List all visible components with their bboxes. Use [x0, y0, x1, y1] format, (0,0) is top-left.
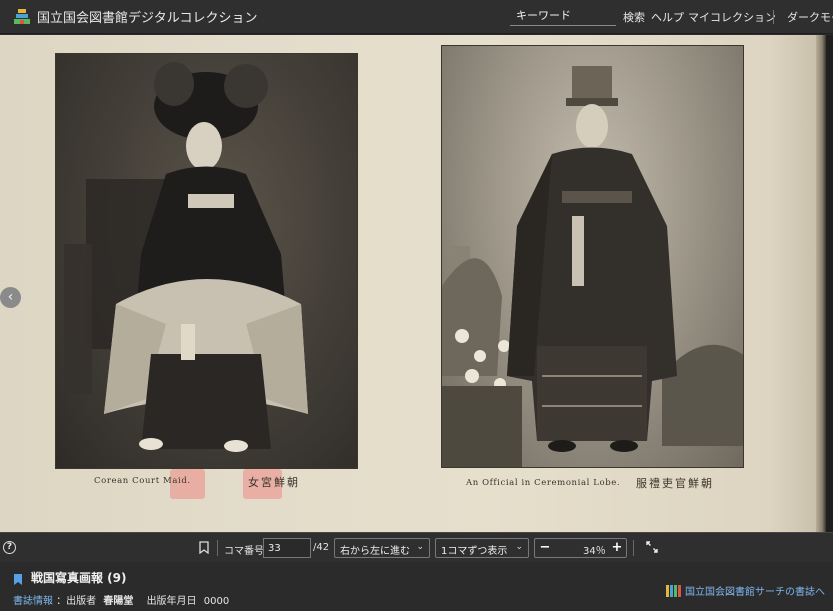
fullscreen-expand-icon[interactable]	[646, 541, 658, 556]
publish-date-label: 出版年月日	[146, 596, 197, 607]
my-collection-link[interactable]: マイコレクション	[688, 9, 776, 25]
zoom-out-button[interactable]: −	[537, 539, 553, 557]
publisher-value: 春陽堂	[103, 596, 134, 607]
left-caption-jp: 朝鮮宮女	[248, 476, 300, 489]
dark-mode-toggle[interactable]: ダークモー	[787, 9, 833, 25]
court-maid-photo	[55, 53, 358, 469]
chevron-down-icon: ⌄	[416, 542, 424, 552]
right-caption: An Official in Ceremonial Lobe.	[466, 478, 621, 488]
frame-number-label: コマ番号	[224, 546, 264, 557]
bookmark-icon[interactable]	[199, 541, 209, 557]
bibliographic-footer: 戦国寫真画報 (9) 書誌情報 ：出版者 春陽堂 出版年月日 0000 国立国会…	[0, 562, 833, 611]
toolbar-divider	[633, 540, 634, 556]
ndl-search-icon	[666, 584, 681, 597]
biblio-info-link[interactable]: 書誌情報	[13, 596, 53, 607]
page-direction-value: 右から左に進む	[340, 546, 410, 557]
right-caption-jp: 朝鮮官吏禮服	[636, 477, 714, 490]
official-photo	[441, 45, 744, 468]
viewer-toolbar: ? コマ番号 /42 右から左に進む ⌄ 1コマずつ表示 ⌄ − 34％ +	[0, 532, 833, 562]
frame-number-input[interactable]	[263, 538, 311, 558]
book-page-spread: Corean Court Maid. 朝鮮宮女 An Official in C…	[0, 35, 818, 532]
page-direction-select[interactable]: 右から左に進む ⌄	[334, 538, 430, 558]
help-icon[interactable]: ?	[3, 541, 16, 554]
page-edge	[816, 35, 826, 532]
book-title: 戦国寫真画報 (9)	[31, 571, 127, 585]
header-bar: 国立国会図書館デジタルコレクション 検索 ヘルプ マイコレクション ダークモー	[0, 0, 833, 34]
zoom-level: 34％	[583, 546, 606, 557]
zoom-in-button[interactable]: +	[609, 539, 625, 557]
publisher-label: ：出版者	[56, 596, 97, 607]
chevron-down-icon: ⌄	[515, 542, 523, 552]
chevron-left-icon[interactable]: ‹	[0, 287, 21, 308]
header-divider	[773, 10, 774, 24]
publish-date-value: 0000	[203, 596, 230, 607]
toolbar-divider	[217, 540, 218, 556]
ndl-logo-icon[interactable]	[13, 8, 31, 26]
site-title[interactable]: 国立国会図書館デジタルコレクション	[37, 7, 257, 26]
keyword-search-input[interactable]	[510, 6, 616, 26]
frame-total: /42	[313, 542, 330, 553]
display-mode-value: 1コマずつ表示	[441, 546, 508, 557]
viewer-app: 国立国会図書館デジタルコレクション 検索 ヘルプ マイコレクション ダークモー	[0, 0, 833, 611]
help-link[interactable]: ヘルプ	[651, 9, 684, 25]
bibliographic-info: 書誌情報 ：出版者 春陽堂 出版年月日 0000	[13, 592, 229, 607]
ndl-search-link[interactable]: 国立国会図書館サーチの書誌へ	[666, 583, 825, 598]
left-caption: Corean Court Maid.	[94, 476, 191, 486]
ndl-search-link-label: 国立国会図書館サーチの書誌へ	[685, 587, 825, 598]
display-mode-select[interactable]: 1コマずつ表示 ⌄	[435, 538, 529, 558]
bookmark-icon	[13, 571, 23, 590]
zoom-control: − 34％ +	[534, 538, 627, 558]
search-button[interactable]: 検索	[623, 9, 645, 25]
image-viewer[interactable]: Corean Court Maid. 朝鮮宮女 An Official in C…	[0, 35, 833, 532]
prev-page-glyph: ‹	[7, 289, 14, 305]
